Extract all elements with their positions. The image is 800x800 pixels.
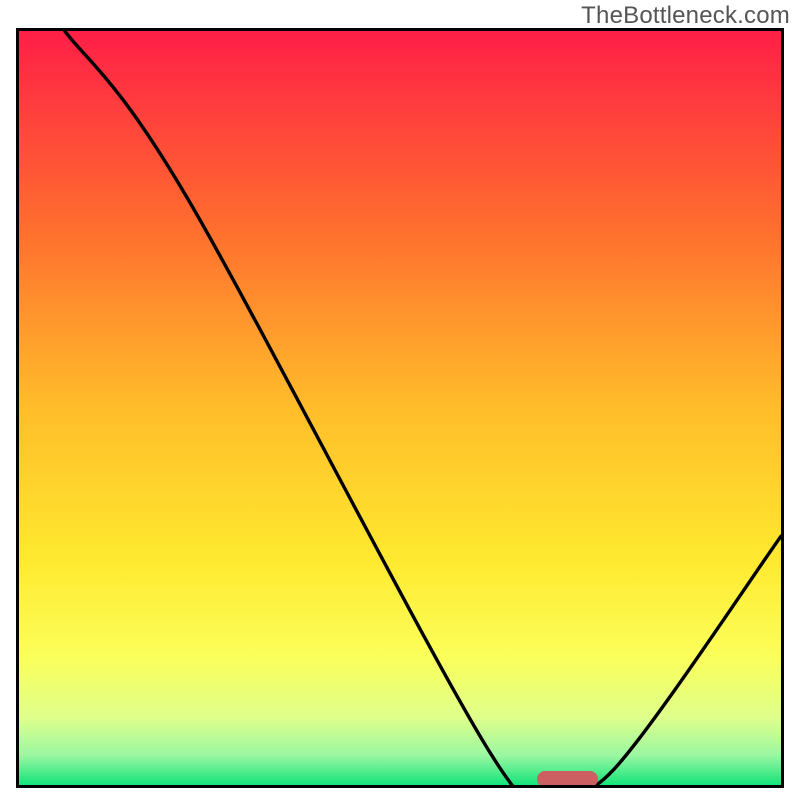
chart-stage: TheBottleneck.com — [0, 0, 800, 800]
bottleneck-curve — [19, 31, 781, 785]
optimum-marker — [537, 771, 598, 787]
plot-area — [16, 28, 784, 788]
watermark-text: TheBottleneck.com — [581, 2, 790, 30]
